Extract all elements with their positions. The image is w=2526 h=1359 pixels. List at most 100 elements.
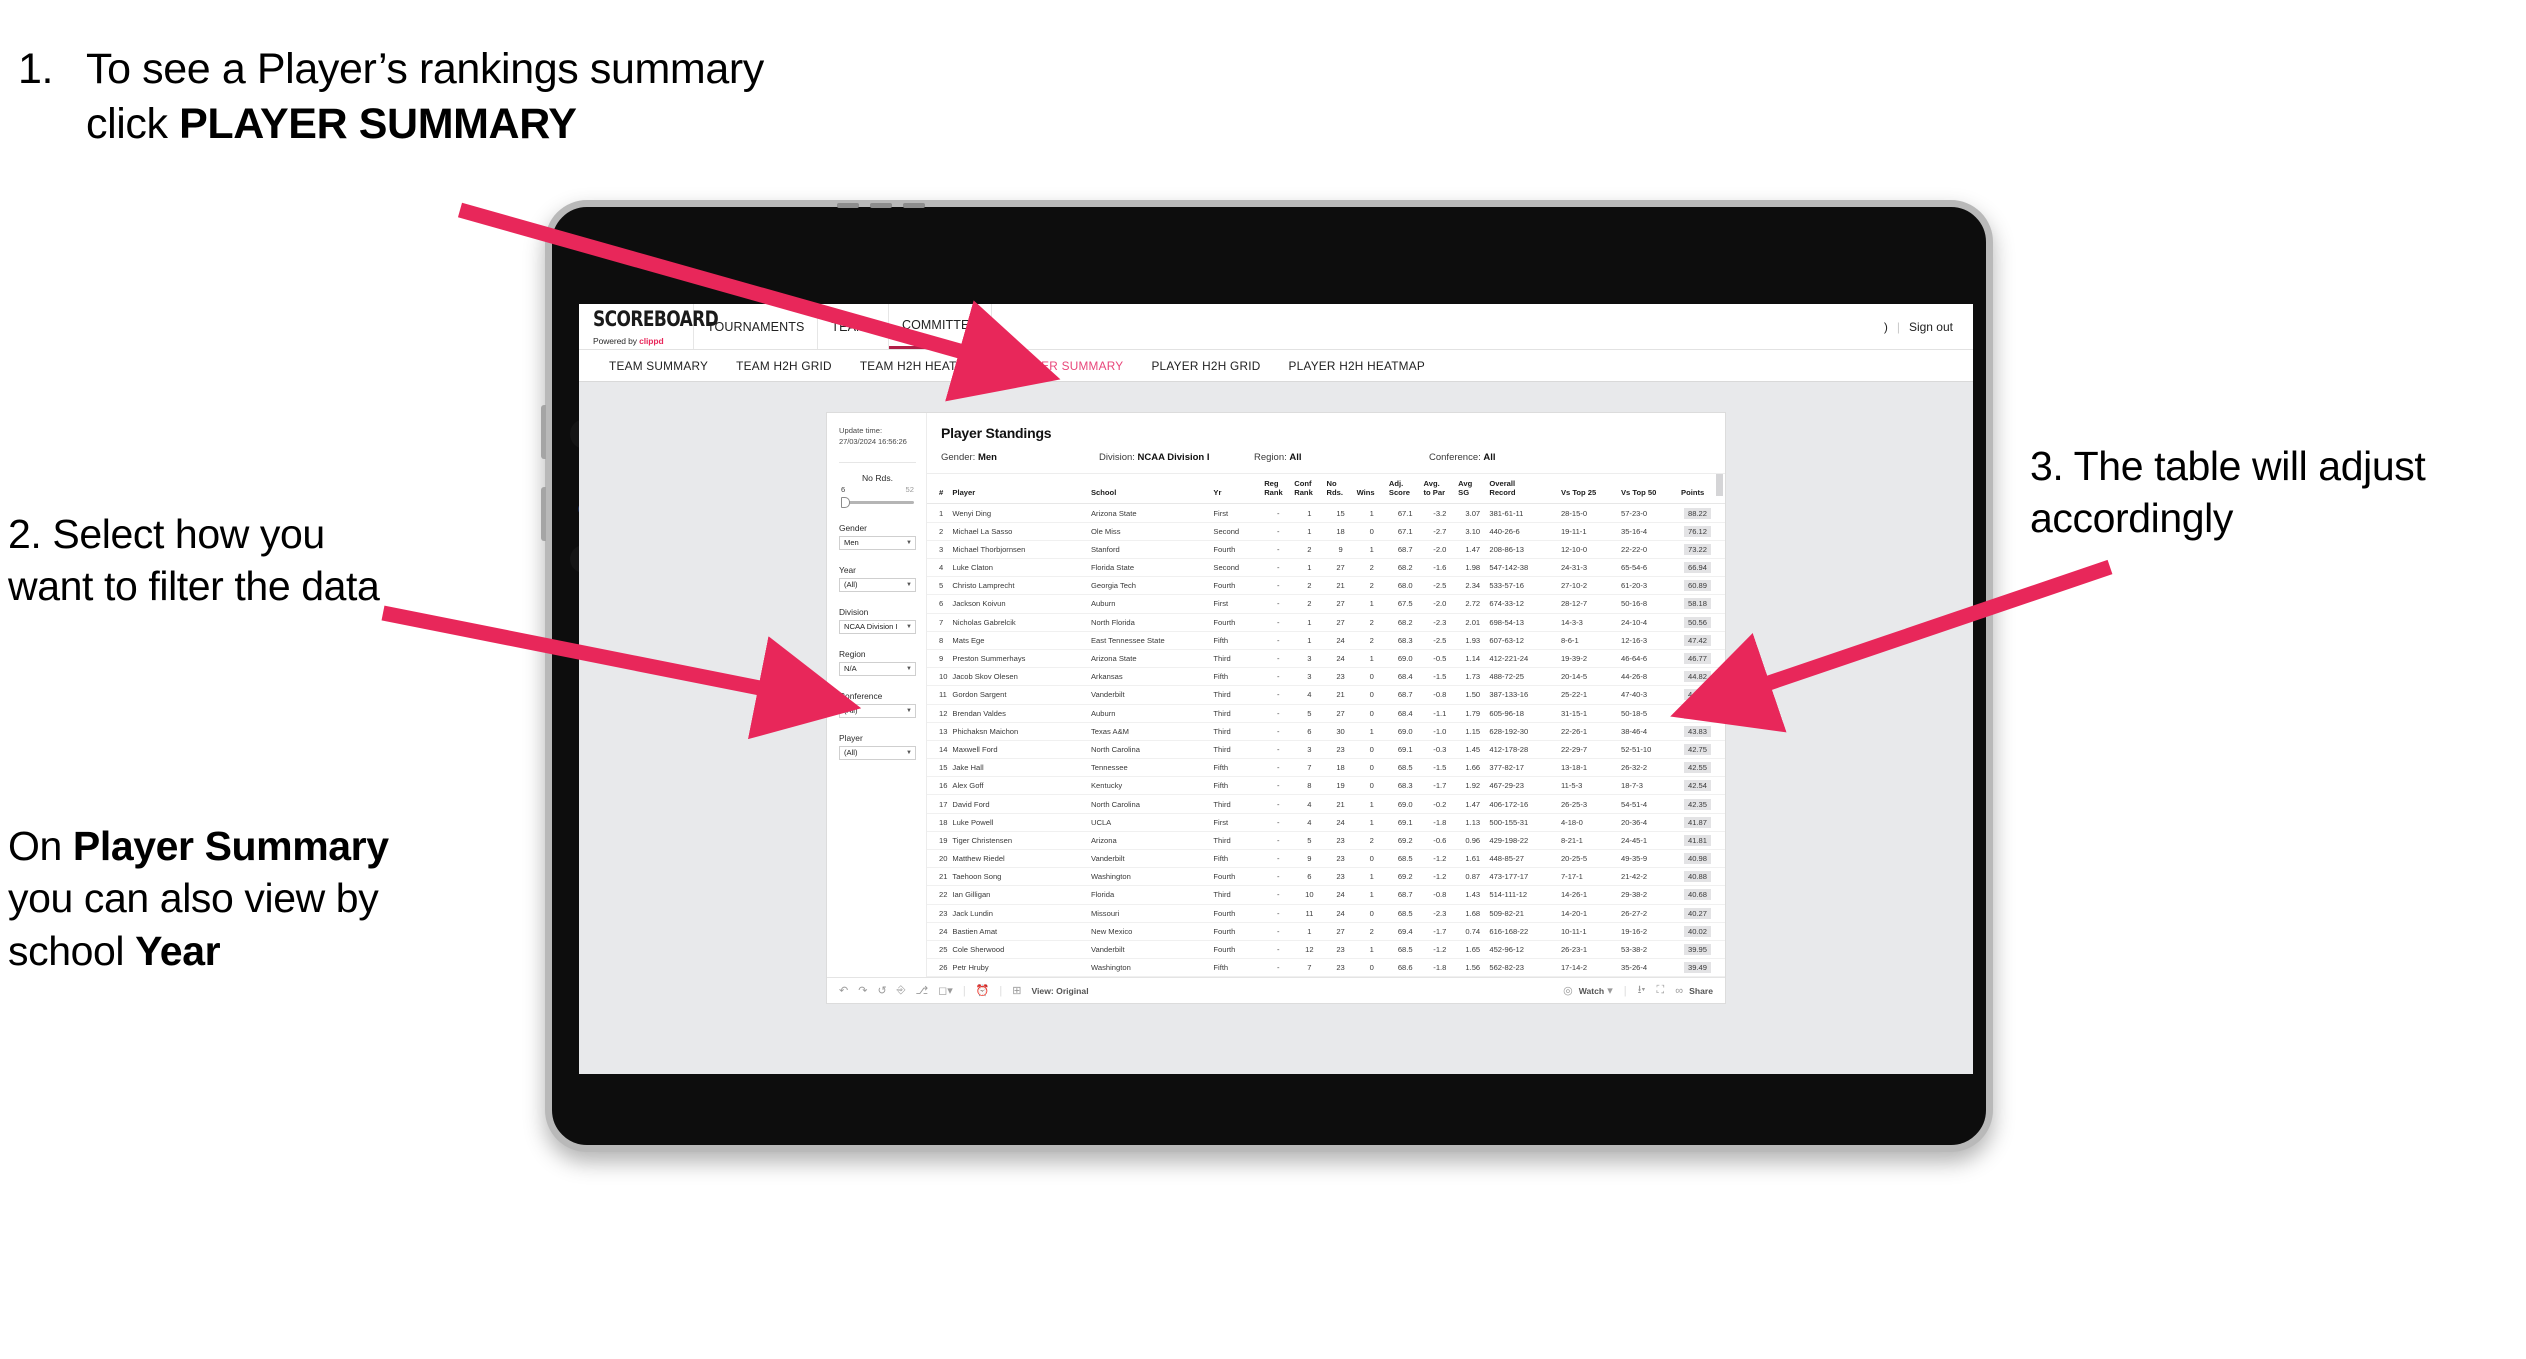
cell-vs-top-25: 8-6-1: [1560, 631, 1621, 650]
col-player[interactable]: Player: [952, 474, 1091, 505]
fullscreen-icon[interactable]: ⛶: [1657, 984, 1665, 997]
table-row[interactable]: 26 Petr Hruby Washington Fifth -7 23 0 68.6 -1.8…: [927, 958, 1725, 978]
table-row[interactable]: 6 Jackson Koivun Auburn First -2 27 1 67.5 -2.0 2…: [927, 594, 1725, 614]
table-row[interactable]: 7 Nicholas Gabrelcik North Florida Fourth -1…: [927, 613, 1725, 632]
table-row[interactable]: 15 Jake Hall Tennessee Fifth -7 18 0 68.5 -1.5 1.…: [927, 758, 1725, 778]
col-overall-record[interactable]: Overall Record: [1489, 474, 1561, 505]
table-row[interactable]: 12 Brendan Valdes Auburn Third -5 27 0 68.4 -1.1…: [927, 704, 1725, 723]
col-yr[interactable]: Yr: [1213, 474, 1265, 505]
cell-no-rds: 24: [1326, 904, 1357, 923]
revert-icon[interactable]: ↺: [877, 984, 886, 997]
filter-gender: Gender Men ▼: [839, 523, 916, 550]
col-rank[interactable]: #: [927, 474, 953, 505]
tab-player-h2h-heatmap[interactable]: PLAYER H2H HEATMAP: [1275, 359, 1439, 373]
tab-team-h2h-grid[interactable]: TEAM H2H GRID: [722, 359, 846, 373]
table-row[interactable]: 17 David Ford North Carolina Third -4 21 1 69.0…: [927, 794, 1725, 814]
redo-icon[interactable]: ↷: [858, 984, 867, 997]
view-icon[interactable]: ⊞: [1012, 984, 1021, 997]
col-wins[interactable]: Wins: [1356, 474, 1389, 505]
cell-vs-top-25: 22-26-1: [1560, 722, 1621, 741]
filter-player-select[interactable]: (All) ▼: [839, 745, 916, 760]
alerts-dropdown-icon[interactable]: ◻▾: [938, 984, 953, 997]
table-row[interactable]: 11 Gordon Sargent Vanderbilt Third -4 21 0 68.7…: [927, 685, 1725, 705]
no-rds-label: No Rds.: [861, 472, 894, 483]
cell-adj-score: 68.7: [1388, 540, 1424, 560]
nav-teams[interactable]: TEAMS: [818, 304, 889, 349]
download-icon[interactable]: ⭳▾: [1638, 981, 1646, 1000]
col-school[interactable]: School: [1090, 474, 1214, 505]
tab-player-summary[interactable]: PLAYER SUMMARY: [997, 359, 1138, 373]
table-row[interactable]: 23 Jack Lundin Missouri Fourth -11 24 0 68.5 -2.…: [927, 904, 1725, 923]
sign-out-link[interactable]: Sign out: [1909, 320, 1953, 334]
cell-no-rds: 30: [1326, 722, 1357, 741]
table-row[interactable]: 18 Luke Powell UCLA First -4 24 1 69.1 -1.8 1.13 5…: [927, 813, 1725, 832]
points-value: 50.56: [1683, 616, 1711, 628]
view-label[interactable]: View: Original: [1031, 986, 1088, 996]
cell-avg-to-par: -1.6: [1423, 558, 1459, 578]
scrollbar-thumb[interactable]: [1716, 474, 1723, 496]
cell-conf-rank: 6: [1294, 867, 1327, 887]
table-row[interactable]: 19 Tiger Christensen Arizona Third -5 23 2 69.2…: [927, 831, 1725, 851]
table-row[interactable]: 21 Taehoon Song Washington Fourth -6 23 1 69.2-…: [927, 867, 1725, 887]
table-row[interactable]: 14 Maxwell Ford North Carolina Third -3 23 0 69…: [927, 740, 1725, 760]
tab-player-h2h-grid[interactable]: PLAYER H2H GRID: [1137, 359, 1274, 373]
refresh-icon[interactable]: ⎇: [915, 984, 928, 997]
toolbar-divider: |: [999, 984, 1003, 997]
slider-handle[interactable]: [841, 496, 850, 508]
pause-refresh-icon[interactable]: ⎆: [897, 984, 906, 997]
no-rds-slider[interactable]: [839, 496, 916, 508]
points-value: 41.81: [1683, 834, 1711, 846]
filter-conference-label: Conference: [839, 690, 883, 701]
cell-vs-top-25: 8-21-1: [1560, 831, 1621, 851]
table-row[interactable]: 5 Christo Lamprecht Georgia Tech Fourth -2 21…: [927, 576, 1725, 596]
table-row[interactable]: 4 Luke Claton Florida State Second -1 27 2 68.2…: [927, 558, 1725, 578]
tab-team-summary[interactable]: TEAM SUMMARY: [595, 359, 722, 373]
undo-icon[interactable]: ↶: [839, 984, 848, 997]
col-avg-to-par[interactable]: Avg. to Par: [1423, 474, 1459, 505]
table-row[interactable]: 16 Alex Goff Kentucky Fifth -8 19 0 68.3 -1.7 1.9…: [927, 776, 1725, 796]
watch-button[interactable]: ◎ Watch ▾: [1563, 984, 1613, 997]
volume-down-button[interactable]: [541, 487, 546, 541]
pause-icon[interactable]: ⏰: [976, 984, 990, 997]
table-row[interactable]: 22 Ian Gilligan Florida Third -10 24 1 68.7 -0.8…: [927, 885, 1725, 905]
table-row[interactable]: 1 Wenyi Ding Arizona State First -1 15 1 67.1 -3…: [927, 503, 1725, 523]
tab-team-h2h-heatmap[interactable]: TEAM H2H HEATMAP: [846, 359, 997, 373]
cell-wins: 2: [1356, 631, 1389, 650]
table-row[interactable]: 3 Michael Thorbjornsen Stanford Fourth -2 9 1 6…: [927, 540, 1725, 560]
cell-reg-rank: -: [1264, 958, 1295, 978]
table-row[interactable]: 8 Mats Ege East Tennessee State Fifth -1 24 2 6…: [927, 631, 1725, 650]
cell-adj-score: 68.0: [1388, 576, 1424, 596]
filter-division-select[interactable]: NCAA Division I ▼: [839, 619, 916, 634]
col-reg-rank[interactable]: Reg Rank: [1264, 474, 1295, 505]
table-row[interactable]: 13 Phichaksn Maichon Texas A&M Third -6 30 1 69…: [927, 722, 1725, 741]
table-row[interactable]: 20 Matthew Riedel Vanderbilt Fifth -9 23 0 68.5…: [927, 849, 1725, 869]
filter-region-select[interactable]: N/A ▼: [839, 661, 916, 676]
filter-conference-select[interactable]: (All) ▼: [839, 703, 916, 718]
table-row[interactable]: 10 Jacob Skov Olesen Arkansas Fifth -3 23 0 68.…: [927, 667, 1725, 687]
cell-player: Nicholas Gabrelcik: [952, 613, 1091, 632]
cell-rank: 15: [927, 758, 953, 778]
cell-avg-to-par: -2.5: [1423, 576, 1459, 596]
cell-no-rds: 27: [1326, 704, 1357, 723]
filter-year-select[interactable]: (All) ▼: [839, 577, 916, 592]
col-adj-score[interactable]: Adj. Score: [1388, 474, 1424, 505]
cell-vs-top-25: 14-26-1: [1560, 885, 1621, 905]
share-button[interactable]: ∞ Share: [1675, 985, 1713, 997]
volume-up-button[interactable]: [541, 405, 546, 459]
nav-committee[interactable]: COMMITTEE: [888, 304, 992, 349]
table-row[interactable]: 9 Preston Summerhays Arizona State Third -3 2…: [927, 649, 1725, 669]
table-row[interactable]: 25 Cole Sherwood Vanderbilt Fourth -12 23 1 68.…: [927, 940, 1725, 960]
col-vs-top-50[interactable]: Vs Top 50: [1620, 474, 1682, 505]
col-vs-top-25[interactable]: Vs Top 25: [1560, 474, 1621, 505]
table-row[interactable]: 24 Bastien Amat New Mexico Fourth -1 27 2 69.4-…: [927, 922, 1725, 941]
table-row[interactable]: 2 Michael La Sasso Ole Miss Second -1 18 0 67.1…: [927, 522, 1725, 541]
col-no-rds[interactable]: No Rds.: [1326, 474, 1357, 505]
cell-rank: 12: [927, 704, 953, 723]
filter-gender-select[interactable]: Men ▼: [839, 535, 916, 550]
cell-avg-sg: 1.93: [1458, 631, 1490, 650]
table-scrollbar[interactable]: [1716, 474, 1723, 977]
col-conf-rank[interactable]: Conf Rank: [1294, 474, 1327, 505]
brand-logo[interactable]: SCOREBOARD Powered by clippd: [579, 304, 719, 349]
col-avg-sg[interactable]: Avg SG: [1458, 474, 1490, 505]
cell-reg-rank: -: [1264, 522, 1295, 541]
